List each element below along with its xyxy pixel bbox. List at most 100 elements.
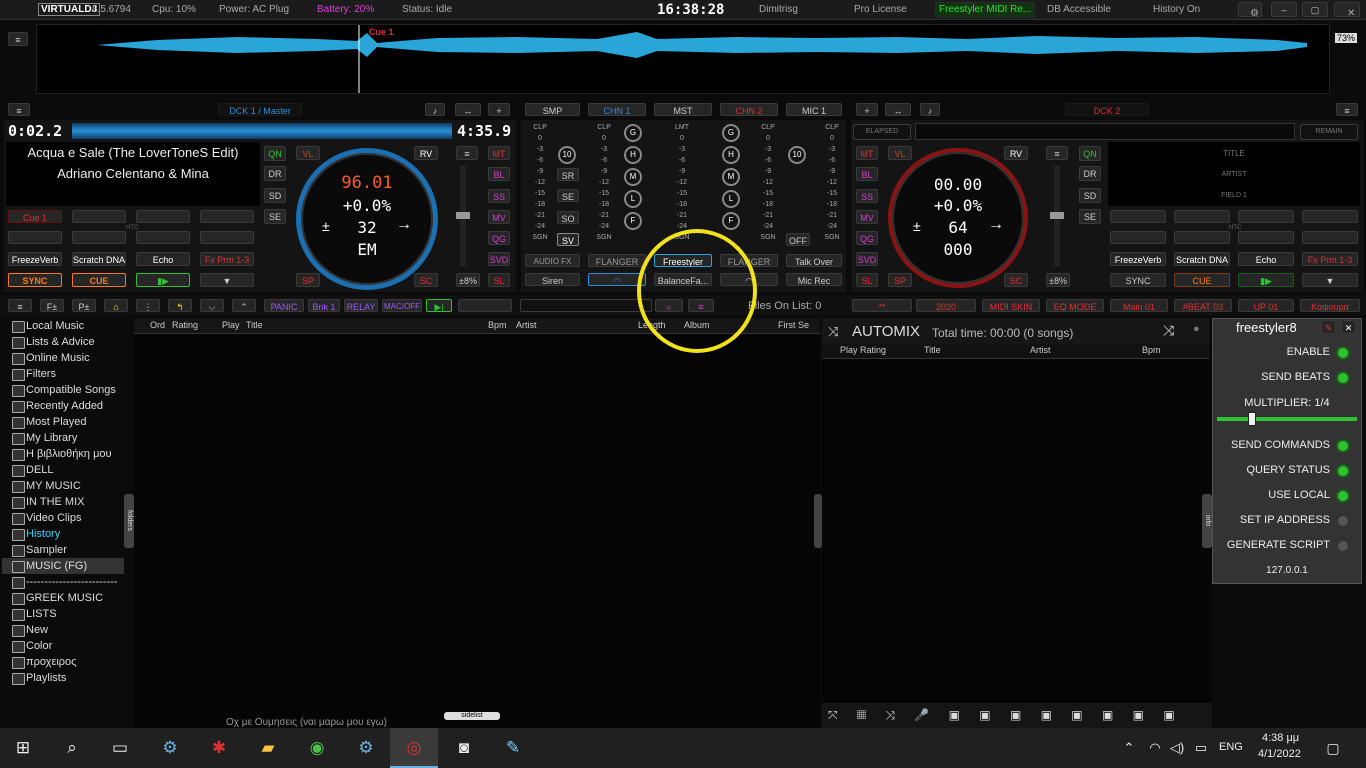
history-text[interactable]: History On [1153,4,1200,15]
eq-knob-h[interactable]: H [624,146,642,164]
tab-chn1[interactable]: CHN 1 [588,103,646,116]
deck1-header[interactable]: DCK 1 / Master [218,103,302,116]
fs-query-status[interactable]: QUERY STATUS [1218,461,1358,481]
right-btn-1[interactable]: ** [852,299,912,312]
shuffle-icon[interactable]: ⤨ [828,324,838,340]
taskbar-app-1[interactable]: ⚙ [157,736,183,760]
right-btn-7[interactable]: UP 01 [1238,299,1294,312]
deck1-note-button[interactable]: ♪ [425,103,445,116]
deck2-pitch-range[interactable]: ±8% [1046,273,1070,287]
deck1-fx-1[interactable]: FreezeVerb [8,252,62,266]
folder-item[interactable]: Lists & Advice [2,334,124,350]
folder-item[interactable]: GREEK MUSIC [2,590,124,606]
folder-item[interactable]: Recently Added [2,398,124,414]
folder-item[interactable]: LISTS [2,606,124,622]
tray-battery[interactable]: ▭ [1188,736,1214,760]
deck1-mt-button[interactable]: MT [488,146,510,160]
eq-knob-m[interactable]: M [722,168,740,186]
deck1-se-button[interactable]: SE [264,209,286,224]
deck1-rv-button[interactable]: RV [414,146,438,160]
maximize-button[interactable]: ▢ [1302,2,1328,17]
eq-knob-l[interactable]: L [722,190,740,208]
deck2-sc-button[interactable]: SC [1004,273,1028,287]
column-header[interactable]: Bpm [488,320,507,330]
deck1-expand-button[interactable]: ▼ [200,273,254,287]
right-btn-3[interactable]: MIDI SKIN [982,299,1040,312]
fs-multiplier-slider[interactable] [1217,417,1357,421]
deck2-swap-button[interactable]: ↔ [885,103,911,116]
macro-play-button[interactable]: ▶| [426,299,452,312]
folder-item[interactable]: Color [2,638,124,654]
deck2-dr-button[interactable]: DR [1079,166,1101,181]
automix-column-header[interactable]: Play [840,345,858,355]
folder-item[interactable]: Compatible Songs [2,382,124,398]
column-header[interactable]: Artist [516,320,537,330]
column-header[interactable]: Ord [150,320,165,330]
deck1-sync-button[interactable]: SYNC [8,273,62,287]
deck1-cue-button[interactable]: CUE [72,273,126,287]
folder-item[interactable]: New [2,622,124,638]
eq-knob-f[interactable]: F [624,212,642,230]
deck2-se-button[interactable]: SE [1079,209,1101,224]
deck1-play-button[interactable]: ▮▶ [136,273,190,287]
smp-knob[interactable]: 10 [558,146,576,164]
fs-enable-led[interactable] [1336,346,1350,360]
folder-item[interactable]: DELL [2,462,124,478]
right-btn-4[interactable]: EQ MODE [1046,299,1104,312]
deck1-ss-button[interactable]: SS [488,189,510,203]
deck1-sc-button[interactable]: SC [414,273,438,287]
deck1-pad-6[interactable] [72,231,126,244]
right-btn-8[interactable]: Καψουρα [1300,299,1360,312]
settings-button[interactable]: ⚙ [1238,2,1262,17]
deck2-cue-button[interactable]: CUE [1174,273,1230,287]
deck2-pad-5[interactable] [1110,231,1166,244]
folder-item[interactable]: Η βιβλιοθήκη μου [2,446,124,462]
deck2-mt-button[interactable]: MT [856,146,878,160]
toolbar-back-button[interactable]: ↰ [168,299,192,312]
column-header[interactable]: First Se [778,320,809,330]
deck2-qn-button[interactable]: QN [1079,146,1101,161]
mic-knob[interactable]: 10 [788,146,806,164]
task-view-button[interactable]: ▭ [107,736,133,760]
folder-item[interactable]: MY MUSIC [2,478,124,494]
deck2-sync-button[interactable]: SYNC [1110,273,1166,287]
deck1-vl-button[interactable]: VL [296,146,320,160]
folders-tab[interactable]: folders [124,494,134,548]
minimize-button[interactable]: – [1271,2,1297,17]
taskbar-app-2[interactable]: ✱ [206,736,232,760]
right-btn-5[interactable]: Main 01 [1110,299,1168,312]
panic-button[interactable]: PANIC [264,299,304,312]
chn1-eq[interactable]: GHMLF [624,124,642,234]
deck2-pad-1[interactable] [1110,210,1166,223]
automix-column-header[interactable]: Bpm [1142,345,1161,355]
macoff-button[interactable]: MAC/OFF [382,299,422,312]
folder-item[interactable]: Most Played [2,414,124,430]
deck1-sp-button[interactable]: SP [296,273,320,287]
folder-item[interactable]: Filters [2,366,124,382]
deck1-pad-1[interactable]: Cue 1 [8,210,62,223]
freestyler-pin-button[interactable]: ✎ [1321,320,1336,334]
folder-item[interactable]: ------------------------- [2,574,124,590]
tray-chevron[interactable]: ⌃ [1116,736,1142,760]
eq-knob-f[interactable]: F [722,212,740,230]
right-btn-6[interactable]: #BEAT 03 [1174,299,1232,312]
folder-item[interactable]: Local Music [2,318,124,334]
deck2-pitch-handle[interactable] [1050,212,1064,219]
deck2-mv-button[interactable]: MV [856,210,878,224]
eq-knob-g[interactable]: G [722,124,740,142]
deck1-fx-params[interactable]: Fx Prm 1-3 [200,252,254,266]
deck2-sp-button[interactable]: SP [888,273,912,287]
deck1-pad-4[interactable] [200,210,254,223]
deck2-pad-2[interactable] [1174,210,1230,223]
deck2-elapsed[interactable]: ELAPSED [853,124,911,140]
column-header[interactable]: Play [222,320,240,330]
toolbar-down-button[interactable]: ⌵ [200,299,224,312]
automix-shuffle-button[interactable]: ⤨ [1163,322,1174,339]
deck1-pad-7[interactable] [136,231,190,244]
deck1-fx-3[interactable]: Echo [136,252,190,266]
deck2-pad-3[interactable] [1238,210,1294,223]
folder-item[interactable]: Playlists [2,670,124,686]
deck2-pad-7[interactable] [1238,231,1294,244]
deck1-pad-8[interactable] [200,231,254,244]
folder-item[interactable]: Sampler [2,542,124,558]
